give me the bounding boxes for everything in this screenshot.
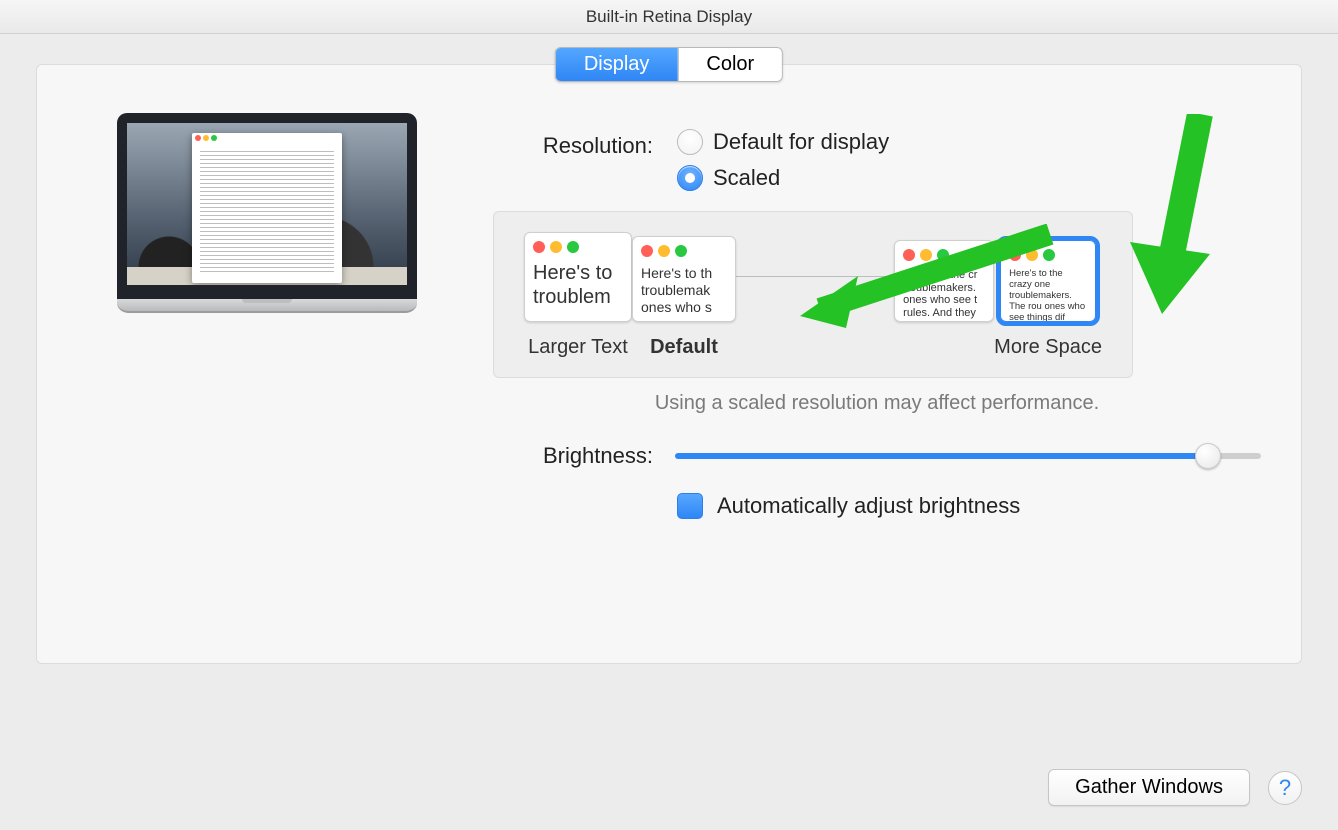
radio-icon xyxy=(677,165,703,191)
radio-icon xyxy=(677,129,703,155)
radio-scaled[interactable]: Scaled xyxy=(677,165,889,191)
sample-text: Here's to the crazy one troublemakers. T… xyxy=(1001,267,1095,322)
scaled-caption: Default xyxy=(650,336,718,359)
scaled-options: Here's to troublem Larger Text Here's to… xyxy=(493,211,1133,378)
tab-color[interactable]: Color xyxy=(677,48,782,81)
radio-label: Default for display xyxy=(713,129,889,155)
scaled-option-more-space[interactable]: Here's to the crazy one troublemakers. T… xyxy=(994,240,1102,359)
window-body: Display Color Resolution: xyxy=(0,34,1338,830)
tab-display[interactable]: Display xyxy=(556,48,678,81)
radio-label: Scaled xyxy=(713,165,780,191)
scaled-option-larger-text[interactable]: Here's to troublem Larger Text xyxy=(524,232,632,359)
sample-text: Here's to the cr troublemakers. ones who… xyxy=(895,267,993,322)
connector-line xyxy=(736,276,894,277)
radio-default-for-display[interactable]: Default for display xyxy=(677,129,889,155)
scaled-caption: More Space xyxy=(994,336,1102,359)
brightness-slider[interactable] xyxy=(675,445,1261,467)
scaled-option-default[interactable]: Here's to th troublemak ones who s Defau… xyxy=(632,236,736,359)
display-preview xyxy=(77,105,457,519)
brightness-label: Brightness: xyxy=(493,443,653,469)
auto-brightness-label: Automatically adjust brightness xyxy=(717,493,1020,519)
window-title: Built-in Retina Display xyxy=(0,0,1338,34)
scaled-option-3[interactable]: Here's to the cr troublemakers. ones who… xyxy=(894,240,994,359)
auto-brightness-checkbox[interactable] xyxy=(677,493,703,519)
scaled-caption: Larger Text xyxy=(528,336,628,359)
scaled-caption xyxy=(941,336,947,359)
slider-thumb-icon[interactable] xyxy=(1195,443,1221,469)
display-panel: Display Color Resolution: xyxy=(36,64,1302,664)
sample-text: Here's to th troublemak ones who s xyxy=(633,263,735,319)
performance-note: Using a scaled resolution may affect per… xyxy=(493,392,1261,415)
sample-text: Here's to troublem xyxy=(525,259,631,313)
resolution-label: Resolution: xyxy=(493,129,653,159)
help-button[interactable]: ? xyxy=(1268,771,1302,805)
tab-segmented-control: Display Color xyxy=(555,47,783,82)
gather-windows-button[interactable]: Gather Windows xyxy=(1048,769,1250,806)
